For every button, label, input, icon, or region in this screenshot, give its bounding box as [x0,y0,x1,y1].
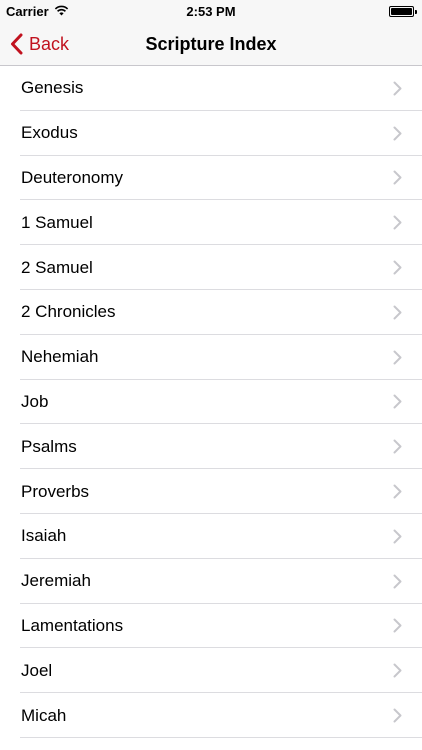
chevron-right-icon [393,394,402,409]
list-item-label: Micah [21,705,67,725]
list-item[interactable]: Lamentations [0,604,422,649]
navigation-bar: Back Scripture Index [0,22,422,66]
chevron-right-icon [393,439,402,454]
list-item[interactable]: Exodus [0,111,422,156]
chevron-right-icon [393,663,402,678]
status-bar: Carrier 2:53 PM [0,0,422,22]
chevron-right-icon [393,708,402,723]
list-item-label: Genesis [21,78,84,98]
list-item[interactable]: Genesis [0,66,422,111]
list-item-label: Deuteronomy [21,167,124,187]
list-item-label: 2 Chronicles [21,302,116,322]
back-label: Back [29,33,70,54]
list-item-label: Nehemiah [21,347,99,367]
list-item-label: 1 Samuel [21,212,93,232]
list-item-label: Joel [21,660,53,680]
scripture-list: Genesis Exodus Deuteronomy 1 Samuel 2 Samuel… [0,66,422,738]
chevron-right-icon [393,305,402,320]
chevron-right-icon [393,350,402,365]
chevron-right-icon [393,126,402,141]
list-item-label: Isaiah [21,526,67,546]
chevron-right-icon [393,170,402,185]
list-item[interactable]: Deuteronomy [0,156,422,201]
list-item[interactable]: Isaiah [0,514,422,559]
battery-icon [389,6,417,17]
chevron-right-icon [393,618,402,633]
status-time: 2:53 PM [186,4,236,19]
chevron-right-icon [393,484,402,499]
list-item[interactable]: Job [0,380,422,425]
list-item-label: 2 Samuel [21,257,93,277]
chevron-right-icon [393,215,402,230]
list-item[interactable]: Micah [0,693,422,738]
list-item-label: Proverbs [21,481,90,501]
battery-fill [391,8,412,15]
chevron-right-icon [393,260,402,275]
chevron-right-icon [393,529,402,544]
list-item-label: Lamentations [21,615,124,635]
list-item-label: Psalms [21,436,77,456]
screen: Carrier 2:53 PM Back Scripture Index Gen… [0,0,422,750]
list-item[interactable]: Joel [0,648,422,693]
list-item-label: Exodus [21,123,78,143]
list-item[interactable]: Proverbs [0,469,422,514]
chevron-right-icon [393,81,402,96]
chevron-right-icon [393,574,402,589]
list-item[interactable]: Jeremiah [0,559,422,604]
list-item-label: Job [21,391,49,411]
chevron-left-icon [11,33,23,55]
list-item[interactable]: Nehemiah [0,335,422,380]
list-item[interactable]: Psalms [0,424,422,469]
back-button[interactable]: Back [10,22,69,66]
list-item[interactable]: 2 Samuel [0,245,422,290]
list-item[interactable]: 1 Samuel [0,200,422,245]
list-item[interactable]: 2 Chronicles [0,290,422,335]
list-item-label: Jeremiah [21,571,91,591]
